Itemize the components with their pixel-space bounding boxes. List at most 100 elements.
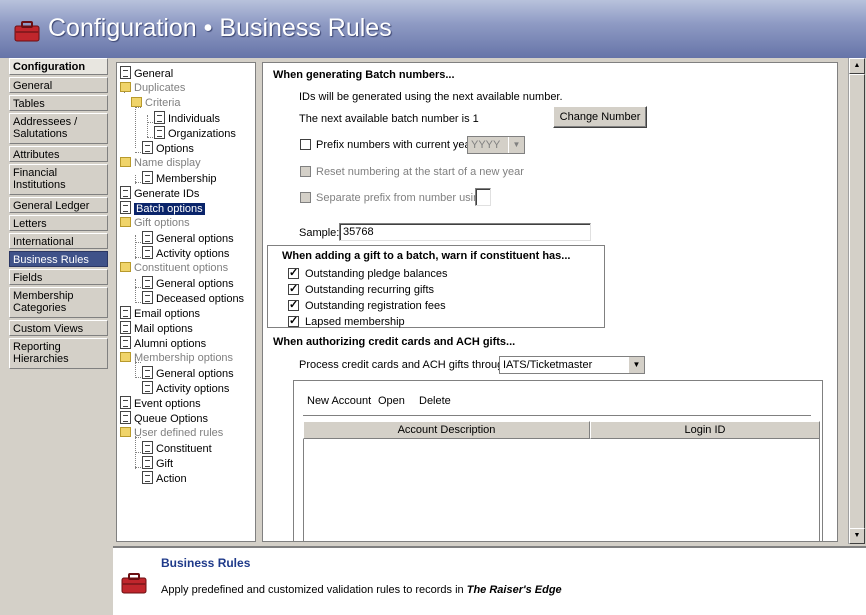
tree-folder-constituent-options[interactable]: Constituent options: [120, 261, 228, 276]
tree-item-rule-gift[interactable]: Gift: [142, 456, 173, 471]
document-icon: [120, 66, 131, 79]
document-icon: [120, 411, 131, 424]
tree-item-email-options[interactable]: Email options: [120, 306, 200, 321]
nav-item-financial-institutions[interactable]: Financial Institutions: [9, 164, 108, 195]
nav-item-custom-views[interactable]: Custom Views: [9, 320, 108, 336]
prefix-year-checkbox[interactable]: [300, 139, 311, 150]
column-account-description[interactable]: Account Description: [303, 421, 590, 439]
scroll-up-icon[interactable]: ▲: [849, 58, 865, 74]
document-icon: [142, 441, 153, 454]
title-separator: •: [203, 14, 213, 42]
document-icon: [154, 126, 165, 139]
tree-item-generate-ids[interactable]: Generate IDs: [120, 186, 199, 201]
folder-icon: [120, 427, 131, 437]
tree-item-individuals[interactable]: Individuals: [154, 111, 220, 126]
tree-item-membership[interactable]: Membership: [142, 171, 217, 186]
nav-item-reporting-hierarchies[interactable]: Reporting Hierarchies: [9, 338, 108, 369]
description-title: Business Rules: [161, 556, 251, 570]
description-panel: Business Rules Apply predefined and cust…: [113, 546, 866, 615]
warn-recurring-label: Outstanding recurring gifts: [305, 284, 435, 296]
tree-item-gift-general-options[interactable]: General options: [142, 231, 234, 246]
tree-folder-membership-options[interactable]: Membership options: [120, 351, 233, 366]
tree-item-constituent-general-options[interactable]: General options: [142, 276, 234, 291]
year-format-select[interactable]: YYYY ▼: [467, 136, 525, 154]
warn-pledge-checkbox[interactable]: [288, 266, 299, 279]
separate-prefix-checkbox[interactable]: [300, 192, 311, 203]
tree-item-alumni-options[interactable]: Alumni options: [120, 336, 206, 351]
document-icon: [142, 381, 153, 394]
next-batch-number-text: The next available batch number is 1: [299, 113, 479, 125]
title-page: Business Rules: [219, 14, 392, 42]
tree-item-options[interactable]: Options: [142, 141, 194, 156]
delete-link[interactable]: Delete: [419, 395, 451, 407]
main-scrollbar[interactable]: ▲ ▼: [848, 58, 865, 544]
tree-folder-duplicates[interactable]: Duplicates: [120, 81, 185, 96]
document-icon: [142, 246, 153, 259]
dropdown-arrow-icon: ▼: [508, 137, 524, 153]
open-link[interactable]: Open: [378, 395, 405, 407]
year-format-value: YYYY: [471, 139, 501, 151]
nav-item-letters[interactable]: Letters: [9, 215, 108, 231]
scroll-down-icon[interactable]: ▼: [849, 528, 865, 544]
tree-item-queue-options[interactable]: Queue Options: [120, 411, 208, 426]
tree-item-deceased-options[interactable]: Deceased options: [142, 291, 244, 306]
tree-item-gift-activity-options[interactable]: Activity options: [142, 246, 229, 261]
separate-prefix-label: Separate prefix from number using: [316, 192, 486, 204]
tree-item-rule-constituent[interactable]: Constituent: [142, 441, 212, 456]
document-icon: [142, 366, 153, 379]
document-icon: [120, 306, 131, 319]
document-icon: [142, 456, 153, 469]
document-icon: [120, 396, 131, 409]
document-icon: [142, 141, 153, 154]
column-login-id[interactable]: Login ID: [590, 421, 820, 439]
tree-folder-criteria[interactable]: Criteria: [131, 96, 180, 111]
description-body: Apply predefined and customized validati…: [161, 584, 464, 596]
batch-options-panel: When generating Batch numbers... IDs wil…: [262, 62, 838, 542]
scroll-thumb[interactable]: [849, 74, 865, 530]
nav-item-tables[interactable]: Tables: [9, 95, 108, 111]
process-through-value: IATS/Ticketmaster: [503, 359, 593, 371]
nav-item-attributes[interactable]: Attributes: [9, 146, 108, 162]
document-icon: [142, 171, 153, 184]
document-icon: [142, 291, 153, 304]
tree-folder-name-display[interactable]: Name display: [120, 156, 201, 171]
nav-item-business-rules[interactable]: Business Rules: [9, 251, 108, 267]
warn-lapsed-checkbox[interactable]: [288, 314, 299, 327]
warn-registration-checkbox[interactable]: [288, 298, 299, 311]
process-through-select[interactable]: IATS/Ticketmaster ▼: [499, 356, 645, 374]
description-text: Apply predefined and customized validati…: [161, 584, 562, 596]
separator-input[interactable]: [475, 188, 491, 206]
warn-recurring-checkbox[interactable]: [288, 282, 299, 295]
batch-section-heading: When generating Batch numbers...: [273, 69, 455, 81]
tree-item-mail-options[interactable]: Mail options: [120, 321, 193, 336]
tree-folder-gift-options[interactable]: Gift options: [120, 216, 190, 231]
folder-icon: [120, 82, 131, 92]
nav-item-general[interactable]: General: [9, 77, 108, 93]
folder-icon: [120, 217, 131, 227]
tree-item-general[interactable]: General: [120, 66, 173, 81]
tree-item-batch-options[interactable]: Batch options: [120, 201, 205, 216]
sample-input[interactable]: 35768: [339, 223, 591, 241]
nav-item-membership-categories[interactable]: Membership Categories: [9, 287, 108, 318]
reset-numbering-label: Reset numbering at the start of a new ye…: [316, 166, 524, 178]
page-title: Configuration • Business Rules: [48, 14, 392, 43]
accounts-container: New Account Open Delete Account Descript…: [293, 380, 823, 541]
process-through-label: Process credit cards and ACH gifts throu…: [299, 359, 510, 371]
document-icon: [142, 231, 153, 244]
tree-item-event-options[interactable]: Event options: [120, 396, 201, 411]
nav-header-configuration: Configuration: [9, 58, 108, 75]
nav-item-fields[interactable]: Fields: [9, 269, 108, 285]
nav-item-addressees[interactable]: Addressees / Salutations: [9, 113, 108, 144]
tree-item-membership-general-options[interactable]: General options: [142, 366, 234, 381]
nav-item-general-ledger[interactable]: General Ledger: [9, 197, 108, 213]
nav-item-international[interactable]: International: [9, 233, 108, 249]
tree-folder-user-defined-rules[interactable]: User defined rules: [120, 426, 223, 441]
tree-item-organizations[interactable]: Organizations: [154, 126, 236, 141]
tree-item-membership-activity-options[interactable]: Activity options: [142, 381, 229, 396]
warn-lapsed-label: Lapsed membership: [305, 316, 405, 328]
cards-heading: When authorizing credit cards and ACH gi…: [273, 336, 516, 348]
tree-item-rule-action[interactable]: Action: [142, 471, 187, 486]
reset-numbering-checkbox[interactable]: [300, 166, 311, 177]
change-number-button[interactable]: Change Number: [553, 106, 647, 128]
new-account-link[interactable]: New Account: [307, 395, 371, 407]
